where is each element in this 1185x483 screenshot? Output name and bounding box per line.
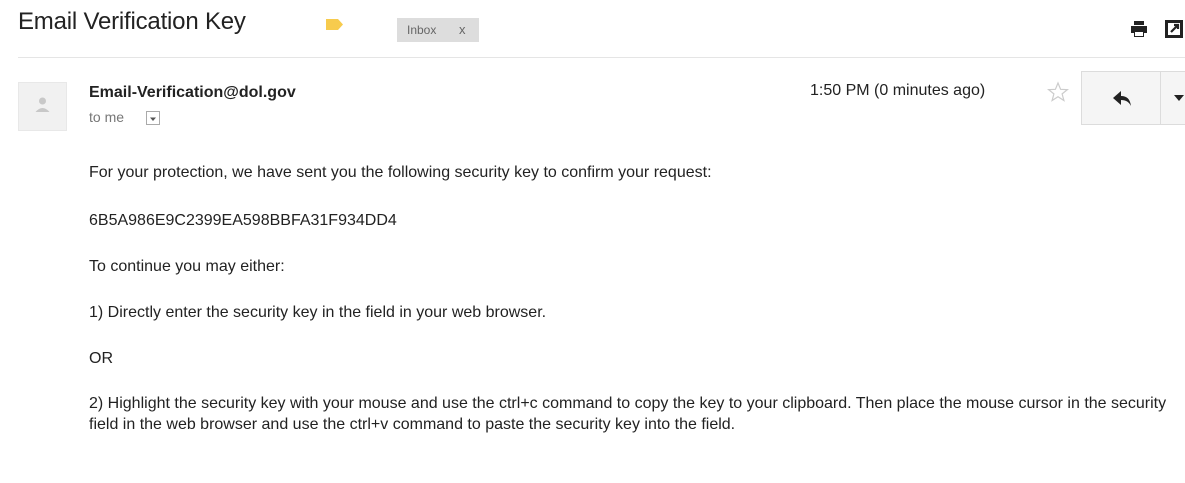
- body-or: OR: [89, 350, 113, 367]
- inbox-label-text: Inbox: [407, 23, 437, 37]
- email-subject: Email Verification Key: [18, 8, 246, 35]
- security-key: 6B5A986E9C2399EA598BBFA31F934DD4: [89, 212, 397, 229]
- star-icon[interactable]: [1047, 81, 1069, 103]
- recipient-details-toggle[interactable]: [146, 111, 160, 125]
- more-actions-button[interactable]: [1160, 71, 1185, 125]
- body-continue: To continue you may either:: [89, 258, 285, 275]
- remove-label-button[interactable]: x: [459, 18, 466, 42]
- subject-bar: Email Verification Key Inbox x: [0, 0, 1185, 46]
- reply-button[interactable]: [1081, 71, 1161, 125]
- chevron-down-icon: [150, 117, 156, 121]
- sender-avatar: [18, 82, 67, 131]
- label-tag-icon[interactable]: [326, 19, 343, 30]
- body-option-1: 1) Directly enter the security key in th…: [89, 304, 547, 321]
- body-intro: For your protection, we have sent you th…: [89, 164, 712, 181]
- print-icon[interactable]: [1130, 20, 1148, 38]
- sender-address[interactable]: Email-Verification@dol.gov: [89, 84, 296, 102]
- chevron-down-icon: [1174, 95, 1184, 101]
- reply-icon: [1113, 91, 1131, 106]
- body-option-2: 2) Highlight the security key with your …: [89, 395, 1167, 433]
- new-window-icon[interactable]: [1164, 18, 1185, 40]
- message-time: 1:50 PM (0 minutes ago): [810, 82, 986, 99]
- recipient-text: to me: [89, 109, 125, 125]
- header-divider: [18, 57, 1185, 58]
- inbox-label-chip[interactable]: Inbox x: [397, 18, 479, 42]
- person-icon: [35, 97, 50, 112]
